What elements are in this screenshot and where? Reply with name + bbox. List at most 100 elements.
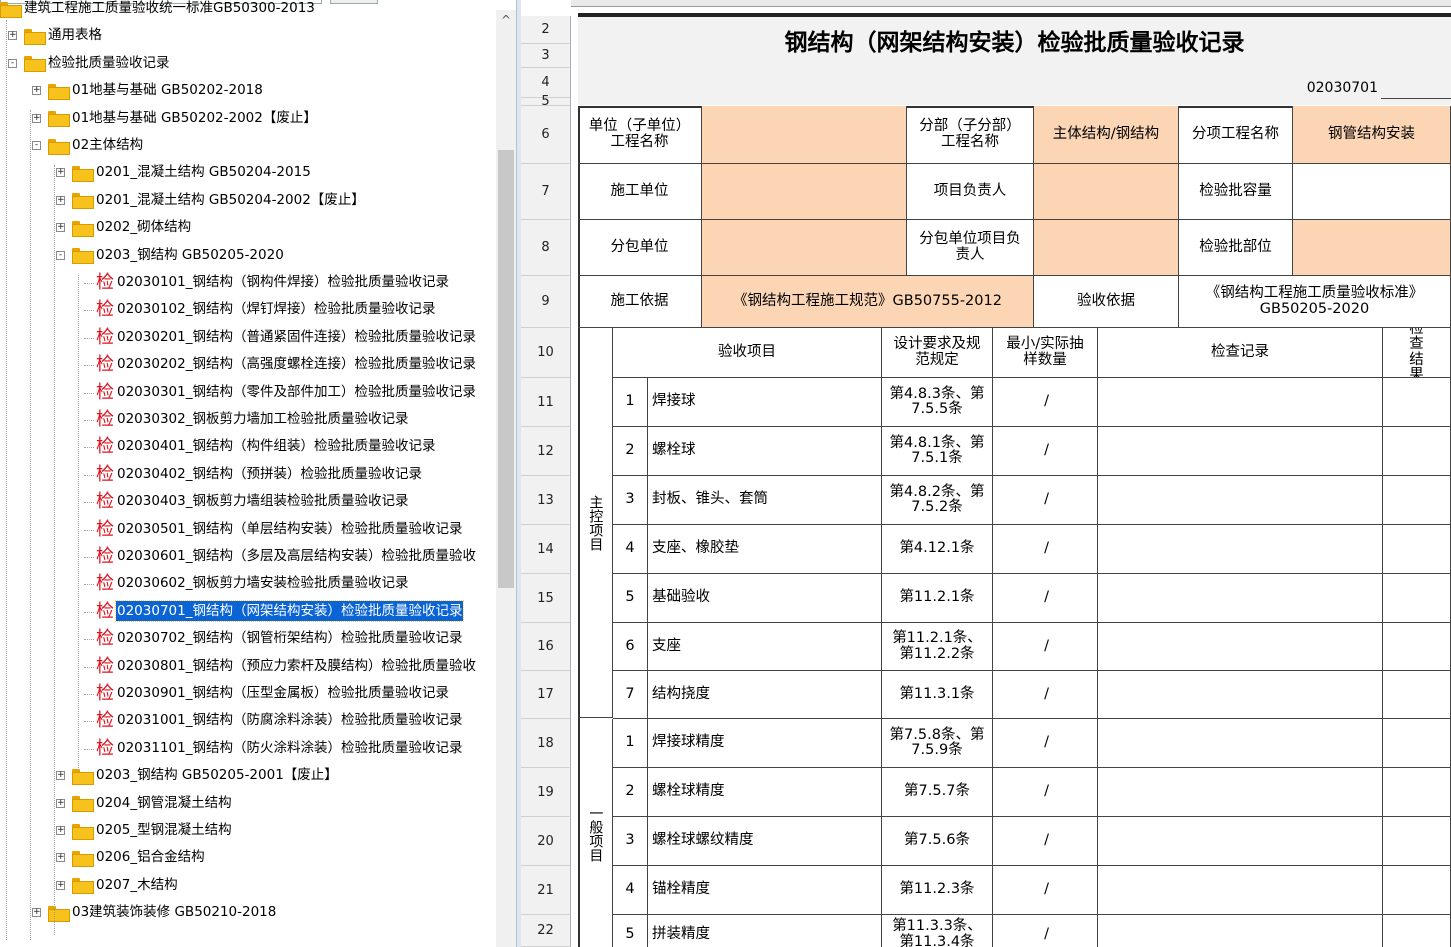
expand-toggle-icon[interactable]: + <box>56 223 65 233</box>
item-number[interactable]: 5 <box>613 915 648 947</box>
scroll-up-arrow-icon[interactable]: ^ <box>496 10 516 30</box>
tree-item-form[interactable]: 检 02031101_钢结构（防火涂料涂装）检验批质量验收记录 <box>96 735 463 762</box>
tree-item-form[interactable]: 检 02030201_钢结构（普通紧固件连接）检验批质量验收记录 <box>96 324 477 351</box>
row-number[interactable]: 11 <box>521 378 571 427</box>
row-number[interactable]: 20 <box>521 817 571 866</box>
item-number[interactable]: 2 <box>613 427 648 476</box>
item-name[interactable]: 螺栓球精度 <box>648 768 882 817</box>
item-number[interactable]: 4 <box>613 866 648 915</box>
acceptance-item-header[interactable]: 验收项目 <box>613 328 882 378</box>
inspect-result-header[interactable]: 检查结果 <box>1383 328 1451 378</box>
expand-toggle-icon[interactable]: + <box>8 31 17 41</box>
row-number[interactable]: 2 <box>521 16 571 44</box>
item-inspect-record[interactable] <box>1098 866 1383 915</box>
tree-item-form[interactable]: 检 02030403_钢板剪力墙组装检验批质量验收记录 <box>96 488 409 515</box>
item-inspect-result[interactable] <box>1383 671 1451 719</box>
tree-item-form[interactable]: 检 02030401_钢结构（构件组装）检验批质量验收记录 <box>96 433 436 460</box>
item-sample-qty[interactable]: / <box>993 719 1055 768</box>
item-clause[interactable]: 第7.5.7条 <box>882 768 993 817</box>
item-inspect-result[interactable] <box>1383 719 1451 768</box>
row-number[interactable]: 16 <box>521 623 571 671</box>
tree-item-folder[interactable]: 0207_木结构 <box>72 872 179 899</box>
subcontract-unit-value[interactable] <box>702 220 907 276</box>
division-name-value[interactable]: 主体结构/钢结构 <box>1034 106 1179 164</box>
design-req-header[interactable]: 设计要求及规范规定 <box>882 328 993 378</box>
item-clause[interactable]: 第4.8.3条、第7.5.5条 <box>882 378 993 427</box>
item-sample-qty[interactable]: / <box>993 476 1055 525</box>
item-sample-actual[interactable] <box>1055 623 1098 671</box>
tree-item-folder[interactable]: 0204_钢管混凝土结构 <box>72 790 233 817</box>
division-name-label[interactable]: 分部（子分部）工程名称 <box>907 106 1034 164</box>
construction-basis-value[interactable]: 《钢结构工程施工规范》GB50755-2012 <box>702 276 1034 328</box>
subitem-name-value[interactable]: 钢管结构安装 <box>1293 106 1451 164</box>
item-number[interactable]: 3 <box>613 476 648 525</box>
item-sample-actual[interactable] <box>1055 866 1098 915</box>
item-name[interactable]: 支座 <box>648 623 882 671</box>
tree-item-folder[interactable]: 0201_混凝土结构 GB50204-2002【废止】 <box>72 187 366 214</box>
tree-item-folder[interactable]: 建筑工程施工质量验收统一标准GB50300-2013 <box>0 0 316 22</box>
item-name[interactable]: 支座、橡胶垫 <box>648 525 882 574</box>
expand-toggle-icon[interactable]: + <box>56 771 65 781</box>
tree-item-folder[interactable]: 0203_钢结构 GB50205-2001【废止】 <box>72 762 339 789</box>
tree-item-form[interactable]: 检 02030702_钢结构（钢管桁架结构）检验批质量验收记录 <box>96 625 463 652</box>
item-number[interactable]: 1 <box>613 378 648 427</box>
acceptance-basis-label[interactable]: 验收依据 <box>1034 276 1179 328</box>
row-number[interactable]: 12 <box>521 427 571 476</box>
collapse-toggle-icon[interactable]: - <box>32 141 41 150</box>
tree-item-folder[interactable]: 03建筑装饰装修 GB50210-2018 <box>48 899 277 926</box>
item-clause[interactable]: 第11.2.1条 <box>882 574 993 623</box>
tree-search-button[interactable] <box>330 0 378 4</box>
item-number[interactable]: 7 <box>613 671 648 719</box>
tree-item-form[interactable]: 检 02030601_钢结构（多层及高层结构安装）检验批质量验收 <box>96 543 477 570</box>
item-clause[interactable]: 第4.8.2条、第7.5.2条 <box>882 476 993 525</box>
item-sample-actual[interactable] <box>1055 427 1098 476</box>
item-sample-qty[interactable]: / <box>993 574 1055 623</box>
expand-toggle-icon[interactable]: + <box>32 86 41 96</box>
item-name[interactable]: 拼装精度 <box>648 915 882 947</box>
item-name[interactable]: 焊接球精度 <box>648 719 882 768</box>
scroll-thumb[interactable] <box>498 150 514 588</box>
item-name[interactable]: 焊接球 <box>648 378 882 427</box>
item-inspect-record[interactable] <box>1098 623 1383 671</box>
item-sample-qty[interactable]: / <box>993 623 1055 671</box>
item-clause[interactable]: 第11.3.3条、第11.3.4条 <box>882 915 993 947</box>
item-name[interactable]: 结构挠度 <box>648 671 882 719</box>
item-number[interactable]: 5 <box>613 574 648 623</box>
row-number[interactable]: 7 <box>521 164 571 220</box>
subcontract-lead-label[interactable]: 分包单位项目负责人 <box>907 220 1034 276</box>
tree-item-folder[interactable]: 检验批质量验收记录 <box>24 50 171 77</box>
item-inspect-result[interactable] <box>1383 768 1451 817</box>
item-inspect-result[interactable] <box>1383 574 1451 623</box>
item-name[interactable]: 螺栓球螺纹精度 <box>648 817 882 866</box>
batch-capacity-label[interactable]: 检验批容量 <box>1179 164 1293 220</box>
item-sample-qty[interactable]: / <box>993 817 1055 866</box>
row-number[interactable]: 10 <box>521 328 571 378</box>
row-number[interactable]: 17 <box>521 671 571 719</box>
row-number[interactable]: 15 <box>521 574 571 623</box>
tree-item-form[interactable]: 检 02030202_钢结构（高强度螺栓连接）检验批质量验收记录 <box>96 351 477 378</box>
sample-qty-header[interactable]: 最小/实际抽样数量 <box>993 328 1098 378</box>
item-clause[interactable]: 第7.5.6条 <box>882 817 993 866</box>
tree-item-folder[interactable]: 0201_混凝土结构 GB50204-2015 <box>72 159 312 186</box>
item-inspect-record[interactable] <box>1098 378 1383 427</box>
general-items-label[interactable]: 一般项目 <box>578 719 613 947</box>
item-number[interactable]: 3 <box>613 817 648 866</box>
item-name[interactable]: 锚栓精度 <box>648 866 882 915</box>
item-inspect-result[interactable] <box>1383 915 1451 947</box>
item-sample-qty[interactable]: / <box>993 671 1055 719</box>
tree-item-folder[interactable]: 01地基与基础 GB50202-2002【废止】 <box>48 105 318 132</box>
collapse-toggle-icon[interactable]: - <box>56 250 65 260</box>
inspect-record-header[interactable]: 检查记录 <box>1098 328 1383 378</box>
item-sample-qty[interactable]: / <box>993 915 1055 947</box>
tree-item-folder[interactable]: 0203_钢结构 GB50205-2020 <box>72 242 285 269</box>
tree-item-form[interactable]: 检 02030302_钢板剪力墙加工检验批质量验收记录 <box>96 406 409 433</box>
construction-basis-label[interactable]: 施工依据 <box>578 276 702 328</box>
expand-toggle-icon[interactable]: + <box>56 798 65 808</box>
item-inspect-result[interactable] <box>1383 525 1451 574</box>
collapse-toggle-icon[interactable]: - <box>8 58 17 68</box>
item-clause[interactable]: 第11.2.1条、第11.2.2条 <box>882 623 993 671</box>
tree-item-form[interactable]: 检 02030501_钢结构（单层结构安装）检验批质量验收记录 <box>96 516 463 543</box>
tree-item-folder[interactable]: 0202_砌体结构 <box>72 214 192 241</box>
batch-capacity-value[interactable] <box>1293 164 1451 220</box>
item-sample-qty[interactable]: / <box>993 378 1055 427</box>
